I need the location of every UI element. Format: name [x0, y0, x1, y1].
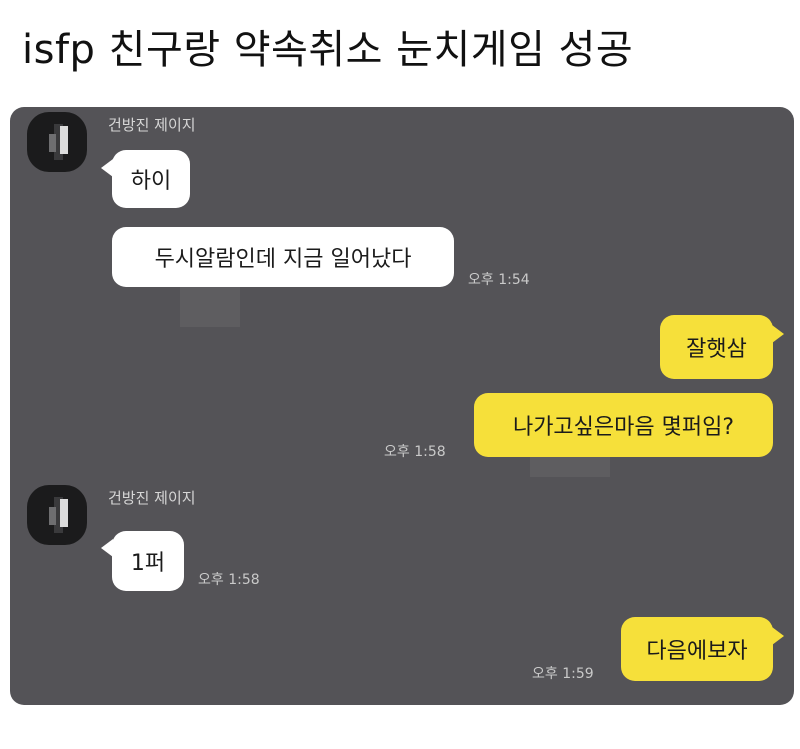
- sender-name: 건방진 제이지: [108, 116, 196, 134]
- message-bubble-incoming[interactable]: 1퍼: [112, 531, 184, 591]
- bubble-tail: [772, 325, 784, 343]
- bubble-tail: [772, 627, 784, 645]
- message-bubble-outgoing[interactable]: 잘햇삼: [660, 315, 773, 379]
- message-timestamp: 오후 1:58: [198, 572, 260, 588]
- message-bubble-outgoing[interactable]: 다음에보자: [621, 617, 773, 681]
- message-bubble-incoming[interactable]: 하이: [112, 150, 190, 208]
- artifact: [180, 287, 240, 327]
- message-timestamp: 오후 1:58: [384, 444, 446, 460]
- friend-avatar[interactable]: [27, 485, 87, 545]
- friend-avatar[interactable]: [27, 112, 87, 172]
- message-bubble-incoming[interactable]: 두시알람인데 지금 일어났다: [112, 227, 454, 287]
- message-timestamp: 오후 1:54: [468, 272, 530, 288]
- post-title: isfp 친구랑 약속취소 눈치게임 성공: [22, 27, 634, 73]
- chat-screenshot: 건방진 제이지 하이 두시알람인데 지금 일어났다 오후 1:54 잘햇삼 나가…: [10, 107, 794, 705]
- message-timestamp: 오후 1:59: [532, 666, 594, 682]
- sender-name: 건방진 제이지: [108, 489, 196, 507]
- message-bubble-outgoing[interactable]: 나가고싶은마음 몇퍼임?: [474, 393, 773, 457]
